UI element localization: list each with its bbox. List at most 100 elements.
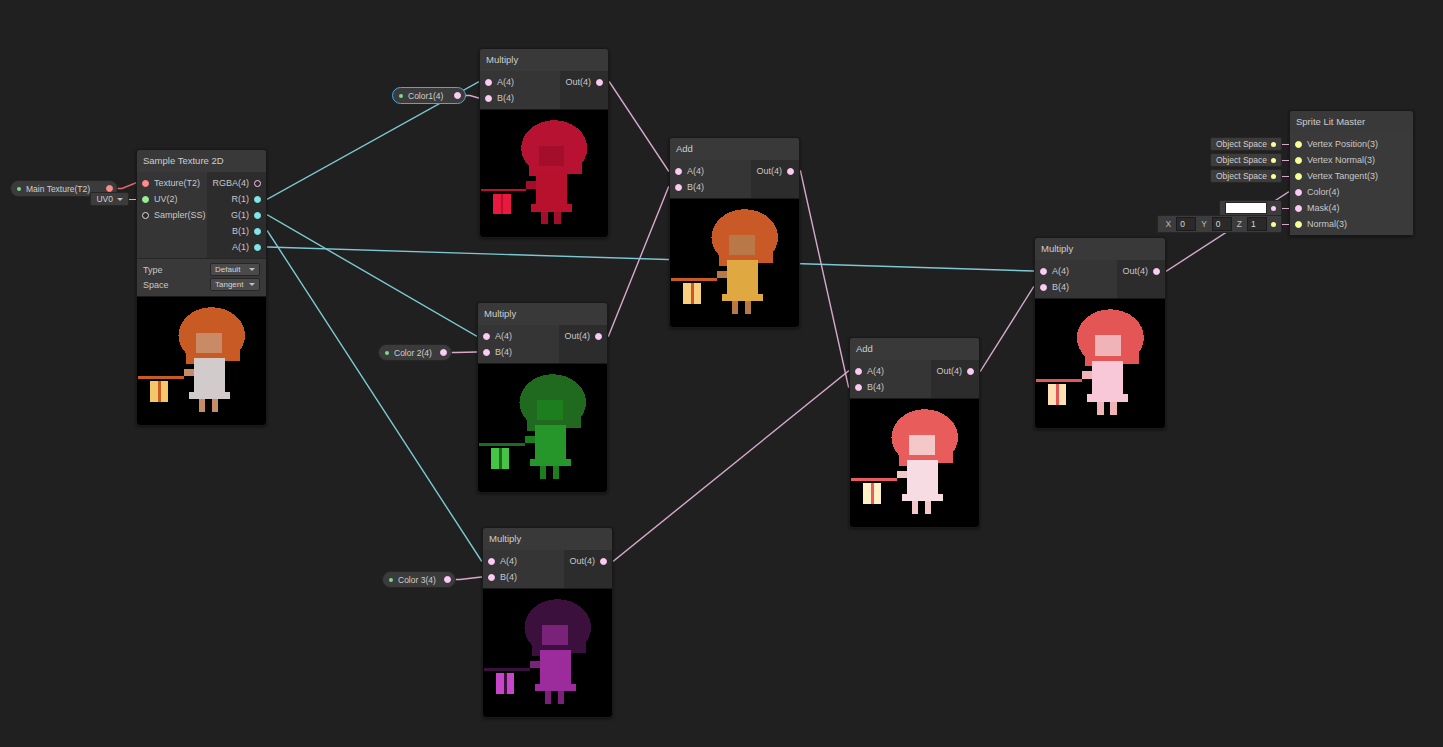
- output-port[interactable]: G(1): [207, 207, 266, 223]
- output-port[interactable]: Out(4): [751, 163, 799, 179]
- input-port[interactable]: A(4): [1035, 263, 1117, 279]
- port-dot-icon[interactable]: [855, 384, 862, 391]
- input-port[interactable]: B(4): [850, 379, 931, 395]
- graph-node[interactable]: Multiply A(4)B(4)Out(4): [1034, 237, 1166, 429]
- wire[interactable]: [1157, 192, 1299, 271]
- setting-dropdown[interactable]: Default: [210, 263, 260, 276]
- input-port[interactable]: A(4): [480, 74, 560, 90]
- input-port[interactable]: Vertex Position(3)Object Space: [1290, 136, 1413, 152]
- port-dot-icon[interactable]: [106, 185, 113, 192]
- node-title[interactable]: Multiply: [1035, 238, 1165, 260]
- port-dot-icon[interactable]: [142, 212, 149, 219]
- uv-dropdown[interactable]: UV0: [90, 192, 129, 206]
- shader-graph-canvas[interactable]: Main Texture(T2)Color1(4)Color 2(4)Color…: [0, 0, 1443, 747]
- port-dot-icon[interactable]: [254, 228, 261, 235]
- input-port[interactable]: A(4): [478, 328, 559, 344]
- port-dot-icon[interactable]: [254, 196, 261, 203]
- port-dot-icon[interactable]: [596, 79, 603, 86]
- port-dot-icon[interactable]: [1295, 173, 1302, 180]
- wire[interactable]: [258, 215, 487, 336]
- port-dot-icon[interactable]: [488, 558, 495, 565]
- port-dot-icon[interactable]: [440, 349, 447, 356]
- output-port[interactable]: B(1): [207, 223, 266, 239]
- graph-node[interactable]: Multiply A(4)B(4)Out(4): [477, 302, 608, 493]
- port-dot-icon[interactable]: [483, 349, 490, 356]
- port-dot-icon[interactable]: [483, 333, 490, 340]
- node-title[interactable]: Add: [850, 338, 979, 360]
- output-port[interactable]: Out(4): [931, 363, 979, 379]
- port-dot-icon[interactable]: [1040, 268, 1047, 275]
- port-dot-icon[interactable]: [444, 576, 451, 583]
- port-dot-icon[interactable]: [787, 168, 794, 175]
- port-dot-icon[interactable]: [485, 79, 492, 86]
- wire[interactable]: [258, 82, 489, 199]
- input-port[interactable]: Sampler(SS): [137, 207, 207, 223]
- graph-node[interactable]: Multiply A(4)B(4)Out(4): [482, 527, 613, 718]
- port-dot-icon[interactable]: [675, 184, 682, 191]
- port-dot-icon[interactable]: [1295, 221, 1302, 228]
- wire[interactable]: [971, 287, 1044, 371]
- space-field[interactable]: Object Space: [1210, 153, 1282, 167]
- port-dot-icon[interactable]: [485, 95, 492, 102]
- output-port[interactable]: Out(4): [1117, 263, 1165, 279]
- port-dot-icon[interactable]: [488, 574, 495, 581]
- graph-node[interactable]: Sample Texture 2DTexture(T2)UV(2)UV0Samp…: [136, 149, 267, 426]
- wire[interactable]: [258, 231, 492, 561]
- port-dot-icon[interactable]: [1040, 284, 1047, 291]
- vector-field[interactable]: X0Y0Z1: [1157, 215, 1282, 233]
- node-title[interactable]: Multiply: [478, 303, 607, 325]
- color-swatch[interactable]: [1225, 202, 1267, 214]
- wire[interactable]: [604, 371, 859, 561]
- graph-node[interactable]: Sprite Lit Master Vertex Position(3)Objec…: [1289, 110, 1414, 236]
- port-dot-icon[interactable]: [675, 168, 682, 175]
- node-title[interactable]: Sprite Lit Master: [1290, 111, 1413, 133]
- input-port[interactable]: Normal(3)X0Y0Z1: [1290, 216, 1413, 232]
- graph-node[interactable]: Add A(4)B(4)Out(4): [669, 137, 800, 328]
- node-title[interactable]: Multiply: [483, 528, 612, 550]
- port-dot-icon[interactable]: [254, 180, 261, 187]
- space-field[interactable]: Object Space: [1210, 169, 1282, 183]
- port-dot-icon[interactable]: [142, 196, 149, 203]
- port-dot-icon[interactable]: [595, 333, 602, 340]
- port-dot-icon[interactable]: [1295, 205, 1302, 212]
- input-port[interactable]: UV(2)UV0: [137, 191, 207, 207]
- property-node[interactable]: Color 2(4): [378, 344, 452, 361]
- output-port[interactable]: Out(4): [564, 553, 612, 569]
- port-dot-icon[interactable]: [1295, 141, 1302, 148]
- axis-value[interactable]: 1: [1247, 217, 1267, 231]
- wire[interactable]: [258, 247, 1044, 271]
- input-port[interactable]: Color(4): [1290, 184, 1413, 200]
- space-field[interactable]: Object Space: [1210, 137, 1282, 151]
- node-title[interactable]: Add: [670, 138, 799, 160]
- input-port[interactable]: B(4): [1035, 279, 1117, 295]
- color-field[interactable]: [1219, 200, 1282, 216]
- port-dot-icon[interactable]: [254, 244, 261, 251]
- input-port[interactable]: A(4): [670, 163, 751, 179]
- port-dot-icon[interactable]: [855, 368, 862, 375]
- input-port[interactable]: B(4): [483, 569, 564, 585]
- wire[interactable]: [599, 187, 679, 336]
- graph-node[interactable]: AddA(4)B(4)Out(4): [849, 337, 980, 528]
- port-dot-icon[interactable]: [967, 368, 974, 375]
- setting-dropdown[interactable]: Tangent: [210, 278, 260, 291]
- input-port[interactable]: B(4): [480, 90, 560, 106]
- input-port[interactable]: B(4): [670, 179, 751, 195]
- input-port[interactable]: A(4): [483, 553, 564, 569]
- port-dot-icon[interactable]: [142, 180, 149, 187]
- input-port[interactable]: Mask(4): [1290, 200, 1413, 216]
- output-port[interactable]: Out(4): [559, 328, 607, 344]
- property-node[interactable]: Color1(4): [392, 87, 466, 104]
- input-port[interactable]: B(4): [478, 344, 559, 360]
- port-dot-icon[interactable]: [454, 92, 461, 99]
- output-port[interactable]: R(1): [207, 191, 266, 207]
- input-port[interactable]: Vertex Normal(3)Object Space: [1290, 152, 1413, 168]
- node-title[interactable]: Multiply: [480, 49, 608, 71]
- wire[interactable]: [600, 82, 679, 171]
- axis-value[interactable]: 0: [1212, 217, 1232, 231]
- port-dot-icon[interactable]: [1295, 157, 1302, 164]
- property-node[interactable]: Color 3(4): [382, 571, 456, 588]
- port-dot-icon[interactable]: [1295, 189, 1302, 196]
- output-port[interactable]: Out(4): [560, 74, 608, 90]
- node-title[interactable]: Sample Texture 2D: [137, 150, 266, 172]
- graph-node[interactable]: Multiply A(4)B(4)Out(4): [479, 48, 609, 238]
